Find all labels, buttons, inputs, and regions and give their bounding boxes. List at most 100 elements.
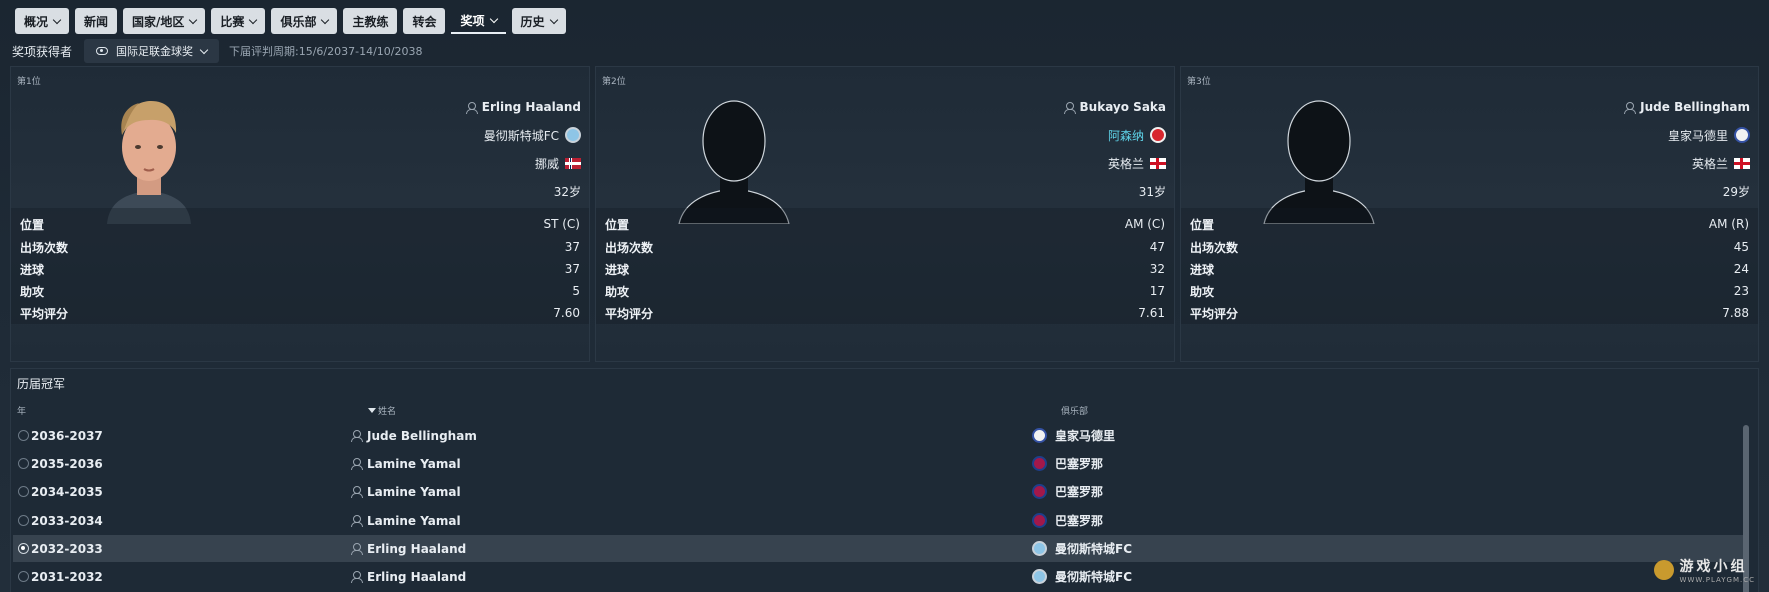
award-select[interactable]: 国际足联金球奖	[84, 39, 220, 63]
table-row[interactable]: 2034-2035 Lamine Yamal 巴塞罗那	[13, 478, 1746, 505]
player-age: 31岁	[1138, 184, 1166, 199]
player-stats: 位置 ST (C) 出场次数 37 进球 37 助攻 5 平均评分 7.60	[11, 208, 589, 324]
person-icon	[351, 543, 363, 555]
person-icon	[465, 101, 478, 114]
judging-period: 下届评判周期:15/6/2037-14/10/2038	[229, 45, 423, 58]
chevron-down-icon	[249, 15, 258, 24]
stat-row: 位置 ST (C)	[20, 217, 580, 232]
tab-news[interactable]: 新闻	[75, 8, 118, 34]
chevron-down-icon	[199, 45, 209, 54]
player-photo	[107, 101, 191, 224]
row-radio[interactable]	[18, 486, 29, 497]
club-crest-icon	[1734, 127, 1750, 143]
chevron-down-icon	[489, 14, 498, 23]
chevron-down-icon	[189, 15, 198, 24]
award-winners-label: 奖项获得者	[12, 44, 73, 59]
club-name[interactable]: 阿森纳	[1108, 127, 1144, 144]
stat-row: 平均评分 7.61	[605, 306, 1165, 321]
table-row[interactable]: 2036-2037 Jude Bellingham 皇家马德里	[13, 422, 1746, 449]
column-header-year[interactable]: 年	[17, 404, 26, 417]
watermark-logo-icon	[1653, 560, 1674, 580]
stat-row: 助攻 17	[605, 284, 1165, 299]
stat-row: 出场次数 45	[1190, 240, 1749, 255]
chevron-down-icon	[321, 15, 330, 24]
past-winners-panel: 历届冠军 年 姓名 俱乐部 2036-2037 Jude Bellingham …	[10, 368, 1759, 592]
club-crest-icon	[1032, 513, 1047, 528]
eye-icon	[96, 47, 109, 55]
table-row[interactable]: 2035-2036 Lamine Yamal 巴塞罗那	[13, 450, 1746, 477]
tab-history[interactable]: 历史	[511, 8, 566, 34]
player-info: Erling Haaland 曼彻斯特城FC 挪威 32岁	[465, 93, 581, 205]
england-flag-icon	[1734, 157, 1750, 169]
nation-name[interactable]: 挪威	[535, 155, 559, 172]
tab-nations[interactable]: 国家/地区	[123, 8, 206, 34]
tab-managers[interactable]: 主教练	[343, 8, 398, 34]
club-name[interactable]: 皇家马德里	[1668, 127, 1728, 144]
player-stats: 位置 AM (C) 出场次数 47 进球 32 助攻 17 平均评分 7.61	[596, 208, 1174, 324]
player-name[interactable]: Jude Bellingham	[1640, 100, 1750, 114]
tab-awards[interactable]: 奖项	[451, 8, 506, 34]
england-flag-icon	[1150, 157, 1166, 169]
row-radio[interactable]	[18, 571, 29, 582]
player-info: Jude Bellingham 皇家马德里 英格兰 29岁	[1624, 93, 1750, 205]
tab-overview[interactable]: 概况	[15, 8, 70, 34]
player-name[interactable]: Bukayo Saka	[1080, 100, 1166, 114]
club-crest-icon	[1032, 428, 1047, 443]
club-crest-icon	[1032, 569, 1047, 584]
nation-name[interactable]: 英格兰	[1108, 155, 1144, 172]
watermark-text: 游戏小组	[1679, 559, 1748, 575]
row-radio[interactable]	[18, 430, 29, 441]
award-select-value: 国际足联金球奖	[116, 45, 194, 58]
club-crest-icon	[1032, 456, 1047, 471]
winner-card-1: 第1位 Erling Haaland 曼彻斯特城FC 挪威 32岁 位置 ST (…	[10, 66, 590, 362]
player-info: Bukayo Saka 阿森纳 英格兰 31岁	[1063, 93, 1166, 205]
nation-name[interactable]: 英格兰	[1692, 155, 1728, 172]
row-radio[interactable]	[18, 543, 29, 554]
stat-row: 位置 AM (C)	[605, 217, 1165, 232]
player-age: 29岁	[1722, 184, 1750, 199]
rank-label: 第1位	[17, 77, 41, 87]
person-icon	[351, 458, 363, 470]
row-radio[interactable]	[18, 515, 29, 526]
person-icon	[351, 571, 363, 583]
tab-competitions[interactable]: 比赛	[211, 8, 266, 34]
club-name[interactable]: 曼彻斯特城FC	[484, 127, 559, 144]
silhouette-photo	[1263, 100, 1375, 224]
watermark-url: WWW.PLAYGM.CC	[1679, 576, 1755, 584]
club-crest-icon	[565, 127, 581, 143]
player-name[interactable]: Erling Haaland	[482, 100, 581, 114]
stat-row: 位置 AM (R)	[1190, 217, 1749, 232]
winner-card-3: 第3位 Jude Bellingham 皇家马德里 英格兰 29岁 位置 AM (…	[1180, 66, 1759, 362]
stat-row: 助攻 5	[20, 284, 580, 299]
club-crest-icon	[1150, 127, 1166, 143]
column-header-name[interactable]: 姓名	[368, 404, 396, 417]
tab-clubs[interactable]: 俱乐部	[271, 8, 338, 34]
silhouette-photo	[678, 100, 790, 224]
table-row[interactable]: 2033-2034 Lamine Yamal 巴塞罗那	[13, 507, 1746, 534]
stat-row: 平均评分 7.88	[1190, 306, 1749, 321]
person-icon	[351, 515, 363, 527]
stat-row: 平均评分 7.60	[20, 306, 580, 321]
club-crest-icon	[1032, 484, 1047, 499]
person-icon	[1063, 101, 1076, 114]
column-header-club[interactable]: 俱乐部	[1061, 404, 1088, 417]
winner-card-2: 第2位 Bukayo Saka 阿森纳 英格兰 31岁 位置 AM (C) 出场次…	[595, 66, 1175, 362]
table-row-selected[interactable]: 2032-2033 Erling Haaland 曼彻斯特城FC	[13, 535, 1746, 562]
chevron-down-icon	[52, 15, 62, 24]
panel-title: 历届冠军	[17, 377, 66, 391]
stat-row: 进球 32	[605, 262, 1165, 277]
table-row[interactable]: 2031-2032 Erling Haaland 曼彻斯特城FC	[13, 563, 1746, 590]
player-stats: 位置 AM (R) 出场次数 45 进球 24 助攻 23 平均评分 7.88	[1181, 208, 1758, 324]
chevron-down-icon	[549, 15, 558, 24]
watermark: 游戏小组 WWW.PLAYGM.CC	[1653, 556, 1755, 584]
person-icon	[1624, 101, 1637, 114]
rank-label: 第3位	[1187, 77, 1211, 87]
row-radio[interactable]	[18, 458, 29, 469]
tab-transfers[interactable]: 转会	[403, 8, 446, 34]
rank-label: 第2位	[602, 77, 626, 87]
stat-row: 进球 24	[1190, 262, 1749, 277]
person-icon	[351, 486, 363, 498]
person-icon	[351, 430, 363, 442]
norway-flag-icon	[565, 157, 581, 169]
player-age: 32岁	[553, 184, 581, 199]
